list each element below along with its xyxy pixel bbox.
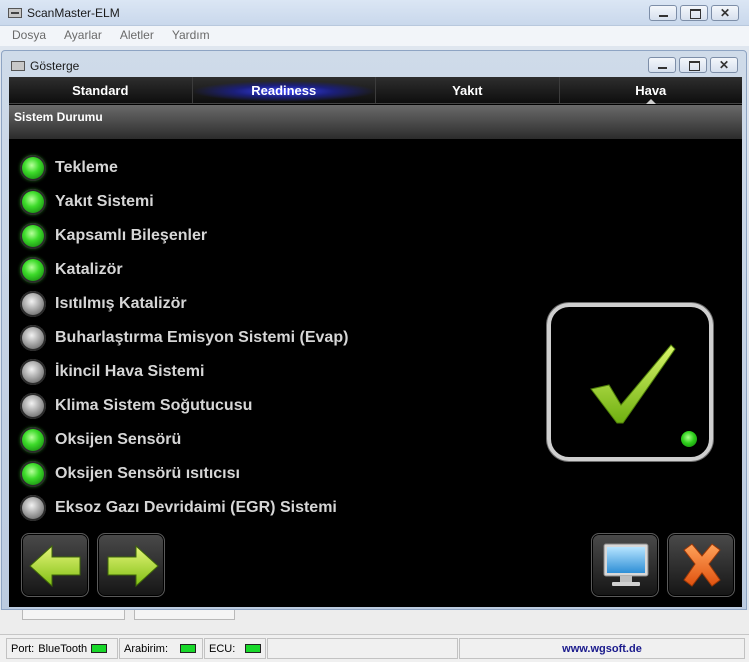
- menu-dosya[interactable]: Dosya: [0, 26, 52, 46]
- interface-indicator-icon: [180, 644, 197, 653]
- list-item: Yakıt Sistemi: [20, 185, 348, 219]
- close-x-icon: [683, 543, 721, 587]
- led-indicator-icon: [20, 359, 46, 385]
- menu-bar: Dosya Ayarlar Aletler Yardım: [0, 26, 749, 46]
- item-label: Kapsamlı Bileşenler: [55, 227, 208, 244]
- menu-ayarlar[interactable]: Ayarlar: [52, 26, 108, 46]
- checkmark-icon: [590, 344, 676, 424]
- list-item: Tekleme: [20, 151, 348, 185]
- monitor-button[interactable]: [591, 533, 659, 597]
- status-bar: Port: BlueTooth Arabirim: ECU: www.wgsof…: [0, 634, 749, 662]
- item-label: Oksijen Sensörü ısıtıcısı: [55, 465, 240, 482]
- led-indicator-icon: [20, 325, 46, 351]
- list-item: Buharlaştırma Emisyon Sistemi (Evap): [20, 321, 348, 355]
- item-label: Yakıt Sistemi: [55, 193, 154, 210]
- child-window-title: Gösterge: [30, 59, 80, 73]
- tab-standard[interactable]: Standard: [9, 77, 193, 103]
- item-label: Tekleme: [55, 159, 118, 176]
- menu-yardim[interactable]: Yardım: [160, 26, 216, 46]
- ecu-status: ECU:: [204, 638, 266, 659]
- led-indicator-icon: [20, 189, 46, 215]
- minimize-button[interactable]: [649, 5, 677, 21]
- menu-aletler[interactable]: Aletler: [108, 26, 160, 46]
- readiness-panel: Standard Readiness Yakıt Hava Sistem Dur…: [9, 77, 742, 607]
- arrow-left-icon: [29, 544, 81, 588]
- item-label: Oksijen Sensörü: [55, 431, 182, 448]
- forward-button[interactable]: [97, 533, 165, 597]
- port-label: Port:: [11, 642, 35, 655]
- arrow-right-icon: [107, 544, 159, 588]
- list-item: Oksijen Sensörü: [20, 423, 348, 457]
- app-title: ScanMaster-ELM: [27, 6, 120, 20]
- main-title-bar: ScanMaster-ELM ✕: [0, 0, 749, 26]
- tab-notch-icon: [645, 99, 656, 104]
- readiness-list: Tekleme Yakıt Sistemi Kapsamlı Bileşenle…: [20, 151, 348, 525]
- monitor-icon: [603, 543, 649, 586]
- website-link[interactable]: www.wgsoft.de: [459, 638, 745, 659]
- led-indicator-icon: [20, 393, 46, 419]
- status-indicator-icon: [681, 431, 697, 447]
- led-indicator-icon: [20, 257, 46, 283]
- item-label: Isıtılmış Katalizör: [55, 295, 187, 312]
- list-item: Kapsamlı Bileşenler: [20, 219, 348, 253]
- overall-status-box: [547, 303, 713, 461]
- led-indicator-icon: [20, 495, 46, 521]
- interface-status: Arabirim:: [119, 638, 203, 659]
- back-button[interactable]: [21, 533, 89, 597]
- list-item: Oksijen Sensörü ısıtıcısı: [20, 457, 348, 491]
- child-window-icon: [11, 61, 25, 71]
- port-value: BlueTooth: [38, 642, 88, 655]
- led-indicator-icon: [20, 223, 46, 249]
- tab-hava[interactable]: Hava: [560, 77, 743, 104]
- interface-label: Arabirim:: [124, 642, 169, 655]
- list-item: Isıtılmış Katalizör: [20, 287, 348, 321]
- led-indicator-icon: [20, 461, 46, 487]
- ecu-label: ECU:: [209, 642, 236, 655]
- led-indicator-icon: [20, 155, 46, 181]
- tab-yakit[interactable]: Yakıt: [376, 77, 560, 103]
- tab-bar: Standard Readiness Yakıt Hava: [9, 77, 742, 104]
- led-indicator-icon: [20, 291, 46, 317]
- list-item: İkincil Hava Sistemi: [20, 355, 348, 389]
- child-minimize-button[interactable]: [648, 57, 676, 73]
- item-label: Buharlaştırma Emisyon Sistemi (Evap): [55, 329, 349, 346]
- port-status: Port: BlueTooth: [6, 638, 118, 659]
- app-icon: [8, 8, 22, 18]
- child-close-button[interactable]: ✕: [710, 57, 738, 73]
- child-window-controls: ✕: [648, 57, 738, 73]
- led-indicator-icon: [20, 427, 46, 453]
- child-maximize-button[interactable]: [679, 57, 707, 73]
- item-label: İkincil Hava Sistemi: [55, 363, 205, 380]
- list-item: Katalizör: [20, 253, 348, 287]
- section-header: Sistem Durumu: [9, 105, 742, 139]
- tab-readiness[interactable]: Readiness: [192, 77, 376, 103]
- status-blank: [267, 638, 458, 659]
- tab-hava-label: Hava: [635, 83, 667, 98]
- hidden-button-2[interactable]: [134, 610, 235, 620]
- gauge-window: Gösterge ✕ Standard Readiness Yakıt Hava…: [1, 50, 747, 610]
- list-item: Eksoz Gazı Devridaimi (EGR) Sistemi: [20, 491, 348, 525]
- list-item: Klima Sistem Soğutucusu: [20, 389, 348, 423]
- maximize-button[interactable]: [680, 5, 708, 21]
- item-label: Eksoz Gazı Devridaimi (EGR) Sistemi: [55, 499, 337, 516]
- ecu-indicator-icon: [245, 644, 261, 653]
- item-label: Klima Sistem Soğutucusu: [55, 397, 253, 414]
- item-label: Katalizör: [55, 261, 123, 278]
- hidden-button-1[interactable]: [22, 610, 125, 620]
- main-window-body: [0, 610, 749, 634]
- exit-button[interactable]: [667, 533, 735, 597]
- close-window-button[interactable]: ✕: [711, 5, 739, 21]
- port-indicator-icon: [91, 644, 108, 653]
- main-window-controls: ✕: [649, 5, 739, 21]
